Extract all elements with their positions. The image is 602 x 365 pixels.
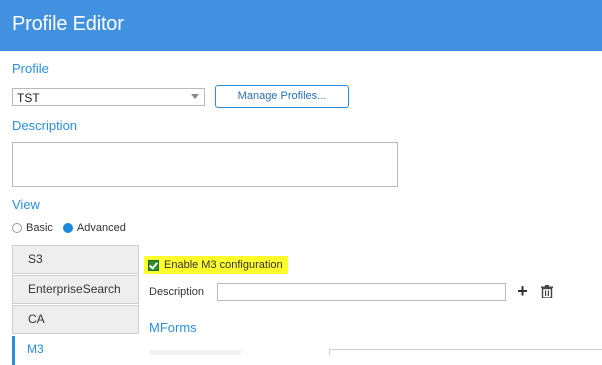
description-label: Description <box>12 118 78 133</box>
radio-advanced[interactable] <box>62 223 73 233</box>
m3-description-label: Description <box>149 286 205 298</box>
trash-icon[interactable] <box>541 285 553 298</box>
tab-ca[interactable]: CA <box>12 305 139 334</box>
tab-enterprisesearch[interactable]: EnterpriseSearch <box>12 275 139 304</box>
description-textarea[interactable] <box>12 142 398 187</box>
view-radio-group: Basic Advanced <box>12 222 126 234</box>
mforms-panel-border <box>329 349 602 355</box>
tab-s3[interactable]: S3 <box>12 245 139 274</box>
radio-advanced-label[interactable]: Advanced <box>77 222 126 234</box>
manage-profiles-button[interactable]: Manage Profiles... <box>215 85 349 108</box>
m3-description-input[interactable] <box>217 283 506 301</box>
mforms-label: MForms <box>149 320 197 335</box>
enable-m3-checkbox[interactable] <box>148 259 159 271</box>
profile-select-value: TST <box>17 91 40 105</box>
enable-m3-label[interactable]: Enable M3 configuration <box>164 259 283 271</box>
plus-icon[interactable]: + <box>516 282 529 300</box>
enable-m3-row: Enable M3 configuration <box>144 256 288 274</box>
view-label: View <box>12 197 40 212</box>
app-header: Profile Editor <box>0 0 602 51</box>
app-title: Profile Editor <box>12 13 124 35</box>
config-tabs: S3 EnterpriseSearch CA M3 <box>12 245 139 365</box>
radio-basic[interactable] <box>12 223 22 233</box>
tab-m3[interactable]: M3 <box>12 336 139 365</box>
radio-basic-label[interactable]: Basic <box>26 222 53 234</box>
chevron-down-icon <box>191 94 199 99</box>
profile-select[interactable]: TST <box>12 88 205 106</box>
profile-label: Profile <box>12 61 49 76</box>
mforms-header-strip <box>149 350 241 355</box>
